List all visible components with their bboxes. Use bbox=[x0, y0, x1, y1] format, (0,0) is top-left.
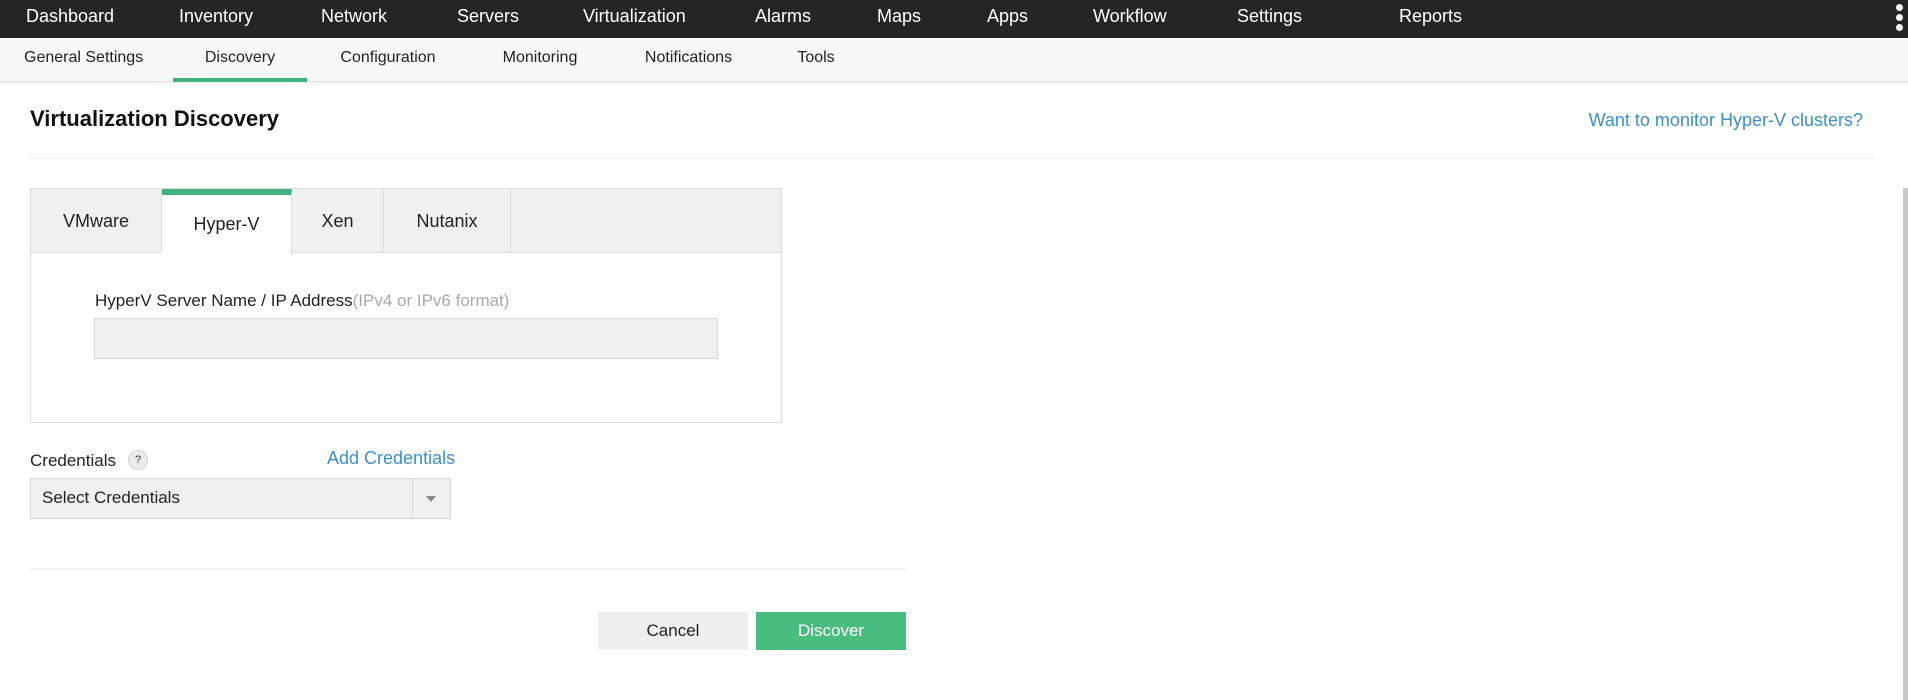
credentials-label: Credentials bbox=[30, 451, 116, 470]
discovery-form-panel: VMware Hyper-V Xen Nutanix HyperV Server… bbox=[30, 188, 782, 423]
server-name-label: HyperV Server Name / IP Address(IPv4 or … bbox=[95, 291, 509, 311]
sub-nav-notifications[interactable]: Notifications bbox=[641, 38, 736, 82]
top-nav-apps[interactable]: Apps bbox=[987, 0, 1028, 38]
top-nav-dashboard[interactable]: Dashboard bbox=[26, 0, 114, 38]
cancel-button[interactable]: Cancel bbox=[598, 612, 748, 650]
credentials-select[interactable]: Select Credentials bbox=[30, 478, 451, 519]
tab-hyper-v[interactable]: Hyper-V bbox=[162, 189, 292, 254]
top-nav-alarms[interactable]: Alarms bbox=[755, 0, 811, 38]
header-divider bbox=[30, 158, 1875, 159]
help-icon[interactable]: ? bbox=[128, 450, 148, 470]
kebab-vertical-icon[interactable] bbox=[1892, 0, 1908, 38]
sub-nav-discovery[interactable]: Discovery bbox=[173, 38, 307, 82]
server-name-hint: (IPv4 or IPv6 format) bbox=[352, 291, 510, 310]
top-nav-workflow[interactable]: Workflow bbox=[1093, 0, 1167, 38]
sub-nav-monitoring[interactable]: Monitoring bbox=[499, 38, 581, 82]
tab-vmware[interactable]: VMware bbox=[31, 189, 162, 253]
top-nav-servers[interactable]: Servers bbox=[457, 0, 519, 38]
virtualization-tab-bar: VMware Hyper-V Xen Nutanix bbox=[31, 189, 781, 254]
tab-xen[interactable]: Xen bbox=[292, 189, 384, 253]
server-name-label-text: HyperV Server Name / IP Address bbox=[95, 291, 353, 310]
discover-button[interactable]: Discover bbox=[756, 612, 906, 650]
sub-nav: General Settings Discovery Configuration… bbox=[0, 38, 1908, 82]
add-credentials-link[interactable]: Add Credentials bbox=[327, 448, 455, 469]
sub-nav-general-settings[interactable]: General Settings bbox=[24, 38, 143, 82]
top-nav: Dashboard Inventory Network Servers Virt… bbox=[0, 0, 1908, 38]
top-nav-maps[interactable]: Maps bbox=[877, 0, 921, 38]
chevron-down-icon bbox=[426, 496, 436, 502]
credentials-select-value: Select Credentials bbox=[42, 488, 180, 507]
top-nav-inventory[interactable]: Inventory bbox=[179, 0, 253, 38]
page-title: Virtualization Discovery bbox=[30, 106, 280, 131]
tab-nutanix[interactable]: Nutanix bbox=[384, 189, 511, 253]
sub-nav-tools[interactable]: Tools bbox=[796, 38, 836, 82]
top-nav-settings[interactable]: Settings bbox=[1237, 0, 1302, 38]
dropdown-toggle[interactable] bbox=[412, 479, 450, 518]
top-nav-virtualization[interactable]: Virtualization bbox=[583, 0, 686, 38]
top-nav-network[interactable]: Network bbox=[321, 0, 387, 38]
sub-nav-configuration[interactable]: Configuration bbox=[338, 38, 438, 82]
top-nav-reports[interactable]: Reports bbox=[1399, 0, 1462, 38]
page-scrollbar[interactable] bbox=[1903, 188, 1908, 700]
hyperv-clusters-link[interactable]: Want to monitor Hyper-V clusters? bbox=[1589, 110, 1863, 131]
form-divider bbox=[30, 568, 906, 569]
server-name-input[interactable] bbox=[94, 318, 718, 359]
